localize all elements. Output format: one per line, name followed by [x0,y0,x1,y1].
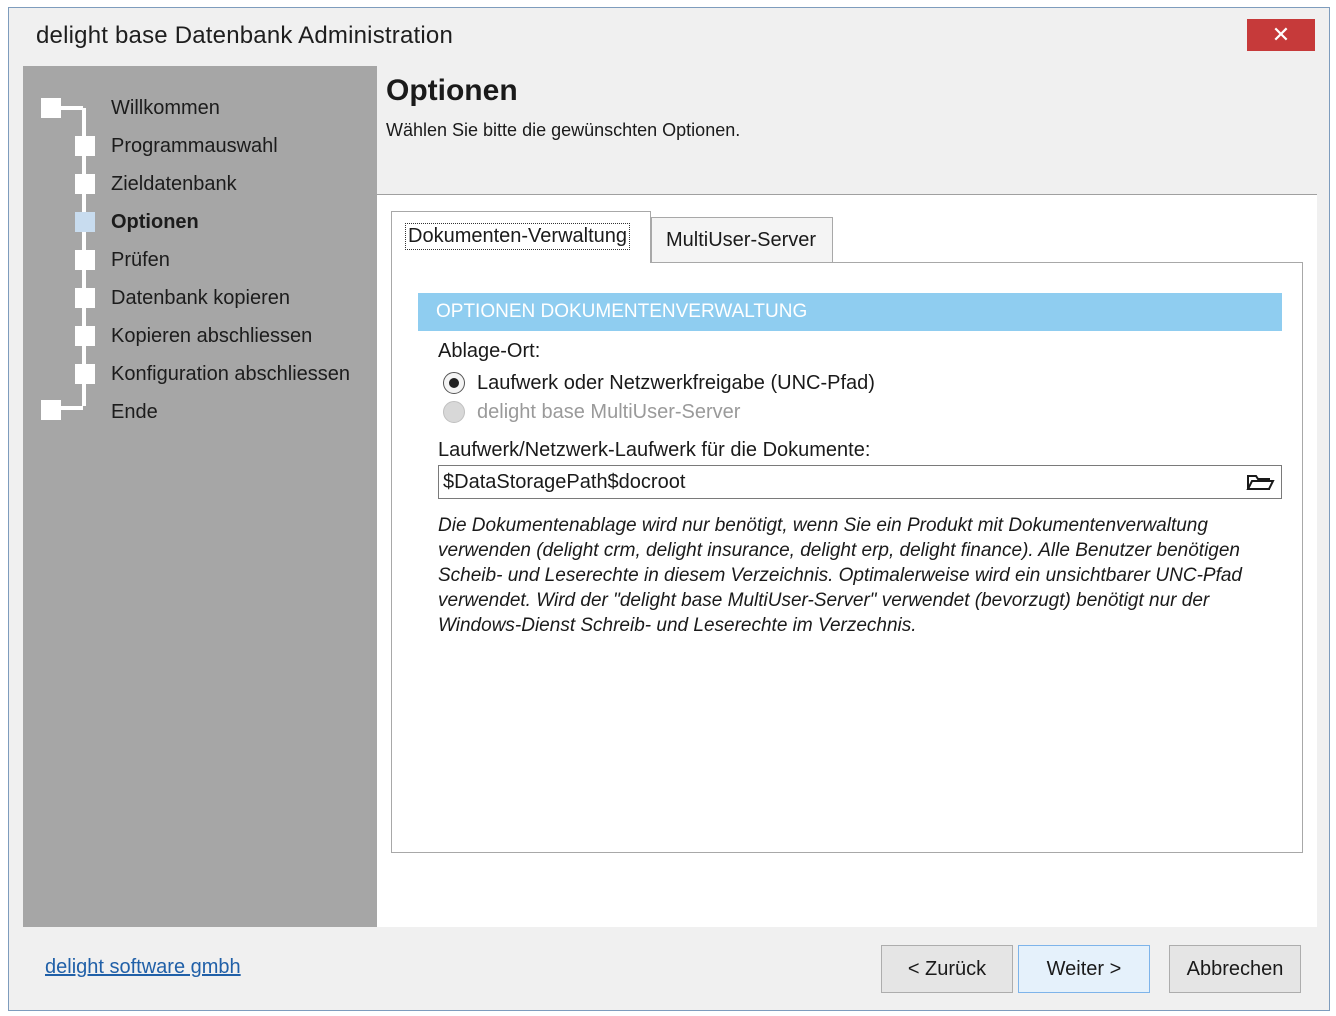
main-content: Dokumenten-Verwaltung MultiUser-Server O… [377,195,1317,927]
steps-panel: Willkommen Programmauswahl Zieldatenbank… [23,66,377,927]
step-willkommen: Willkommen [111,97,220,119]
tab-dokumenten-verwaltung[interactable]: Dokumenten-Verwaltung [391,211,651,263]
step-ende: Ende [111,401,158,423]
title-bar: delight base Datenbank Administration ✕ [9,8,1329,64]
step-node-zieldatenbank [75,174,95,194]
section-header: OPTIONEN DOKUMENTENVERWALTUNG [418,293,1282,331]
step-optionen: Optionen [111,211,199,233]
company-link[interactable]: delight software gmbh [45,956,241,979]
step-node-ende [41,400,61,420]
next-button[interactable]: Weiter > [1018,945,1150,993]
wizard-window: delight base Datenbank Administration ✕ … [8,7,1330,1011]
window-title: delight base Datenbank Administration [36,22,453,49]
step-node-konfiguration-abschliessen [75,364,95,384]
radio-unc-path[interactable] [443,372,465,394]
radio-multiuser-server-label[interactable]: delight base MultiUser-Server [477,401,740,424]
close-icon: ✕ [1271,22,1291,47]
page-header: Optionen Wählen Sie bitte die gewünschte… [377,66,1317,195]
document-path-input[interactable] [443,469,1233,495]
tab-label: Dokumenten-Verwaltung [404,223,631,250]
step-node-pruefen [75,250,95,270]
step-node-datenbank-kopieren [75,288,95,308]
path-label: Laufwerk/Netzwerk-Laufwerk für die Dokum… [438,439,871,461]
step-programmauswahl: Programmauswahl [111,135,278,157]
step-node-willkommen [41,98,61,118]
back-button[interactable]: < Zurück [881,945,1013,993]
radio-unc-path-label[interactable]: Laufwerk oder Netzwerkfreigabe (UNC-Pfad… [477,372,875,395]
step-konfiguration-abschliessen: Konfiguration abschliessen [111,363,351,385]
step-datenbank-kopieren: Datenbank kopieren [111,287,291,309]
radio-multiuser-server[interactable] [443,401,465,423]
step-node-optionen [75,212,95,232]
page-subtitle: Wählen Sie bitte die gewünschten Optione… [386,120,741,140]
cancel-button[interactable]: Abbrechen [1169,945,1301,993]
step-node-programmauswahl [75,136,95,156]
step-pruefen: Prüfen [111,249,170,271]
tab-multiuser-server[interactable]: MultiUser-Server [651,217,833,263]
tab-label: MultiUser-Server [666,229,817,251]
tab-panel: OPTIONEN DOKUMENTENVERWALTUNG Ablage-Ort… [391,262,1303,853]
storage-location-label: Ablage-Ort: [438,340,541,362]
step-kopieren-abschliessen: Kopieren abschliessen [111,325,313,347]
browse-folder-button[interactable] [1245,470,1275,494]
help-note: Die Dokumentenablage wird nur benötigt, … [438,515,1242,636]
page-title: Optionen [386,74,518,107]
close-button[interactable]: ✕ [1247,19,1315,51]
folder-open-icon [1246,475,1275,490]
document-path-field[interactable] [438,465,1282,499]
step-node-kopieren-abschliessen [75,326,95,346]
step-zieldatenbank: Zieldatenbank [111,173,237,195]
